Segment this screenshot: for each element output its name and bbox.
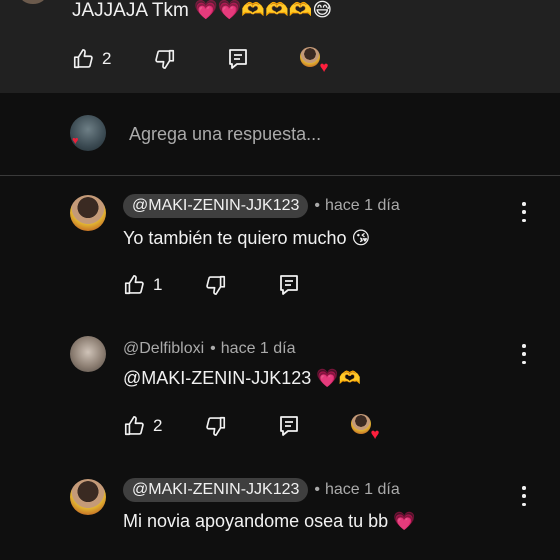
avatar[interactable] — [70, 479, 106, 515]
like-button[interactable]: 2 — [123, 415, 162, 437]
heart-icon: ♥ — [319, 59, 329, 76]
creator-avatar — [300, 47, 321, 67]
more-options-button[interactable] — [518, 486, 530, 506]
separator: • — [210, 340, 216, 357]
comment-actions: 2 ♥ — [72, 47, 328, 75]
highlighted-comment: JAJJAJA Tkm 💗💗🫶🫶🫶😅 2 ♥ — [0, 0, 560, 93]
reply-text: Mi novia apoyandome osea tu bb 💗 — [123, 511, 416, 531]
like-button[interactable]: 2 — [72, 48, 111, 70]
separator: • — [314, 481, 320, 498]
avatar[interactable] — [20, 0, 46, 4]
dislike-button[interactable] — [154, 48, 176, 70]
dislike-button[interactable] — [205, 274, 227, 296]
author-handle[interactable]: @MAKI-ZENIN-JJK123 — [123, 478, 309, 502]
like-count: 2 — [153, 416, 163, 435]
reply-button[interactable] — [279, 274, 299, 296]
author-handle[interactable]: @Delfibloxi — [123, 340, 204, 358]
reply-icon — [229, 49, 248, 69]
reply-composer: ♥ Agrega una respuesta... — [0, 93, 560, 176]
reply-actions: 2 ♥ — [123, 414, 379, 442]
thumbs-up-icon — [73, 49, 93, 69]
reply-text: Yo también te quiero mucho 😘 — [123, 228, 371, 248]
reply-input[interactable]: Agrega una respuesta... — [129, 124, 321, 145]
more-options-button[interactable] — [518, 344, 530, 364]
timestamp[interactable]: hace 1 día — [325, 197, 400, 215]
thumbs-down-icon — [206, 275, 226, 295]
user-avatar: ♥ — [70, 115, 106, 151]
thumbs-up-icon — [124, 416, 144, 436]
avatar[interactable] — [70, 336, 106, 372]
thumbs-down-icon — [155, 49, 175, 69]
avatar[interactable] — [70, 195, 106, 231]
reply-actions: 1 — [123, 274, 299, 296]
creator-avatar — [351, 414, 372, 434]
reply-button[interactable] — [228, 48, 248, 70]
reply-meta: @MAKI-ZENIN-JJK123 • hace 1 día — [123, 194, 400, 218]
like-count: 2 — [102, 49, 112, 68]
creator-heart: ♥ — [300, 47, 328, 75]
reply-icon — [280, 416, 299, 436]
comment-text: JAJJAJA Tkm 💗💗🫶🫶🫶😅 — [72, 0, 333, 21]
creator-heart: ♥ — [351, 414, 379, 442]
like-count: 1 — [153, 275, 163, 294]
reply-meta: @Delfibloxi • hace 1 día — [123, 340, 296, 358]
timestamp[interactable]: hace 1 día — [221, 340, 296, 358]
heart-icon: ♥ — [370, 426, 380, 443]
more-options-button[interactable] — [518, 202, 530, 222]
separator: • — [314, 197, 320, 214]
timestamp[interactable]: hace 1 día — [325, 481, 400, 499]
reply-text: @MAKI-ZENIN-JJK123 💗🫶 — [123, 368, 362, 388]
like-button[interactable]: 1 — [123, 274, 162, 296]
reply-button[interactable] — [279, 415, 299, 437]
reply-icon — [280, 275, 299, 295]
heart-icon: ♥ — [72, 135, 79, 147]
thumbs-up-icon — [124, 275, 144, 295]
thumbs-down-icon — [206, 416, 226, 436]
dislike-button[interactable] — [205, 415, 227, 437]
reply-meta: @MAKI-ZENIN-JJK123 • hace 1 día — [123, 478, 400, 502]
author-handle[interactable]: @MAKI-ZENIN-JJK123 — [123, 194, 309, 218]
